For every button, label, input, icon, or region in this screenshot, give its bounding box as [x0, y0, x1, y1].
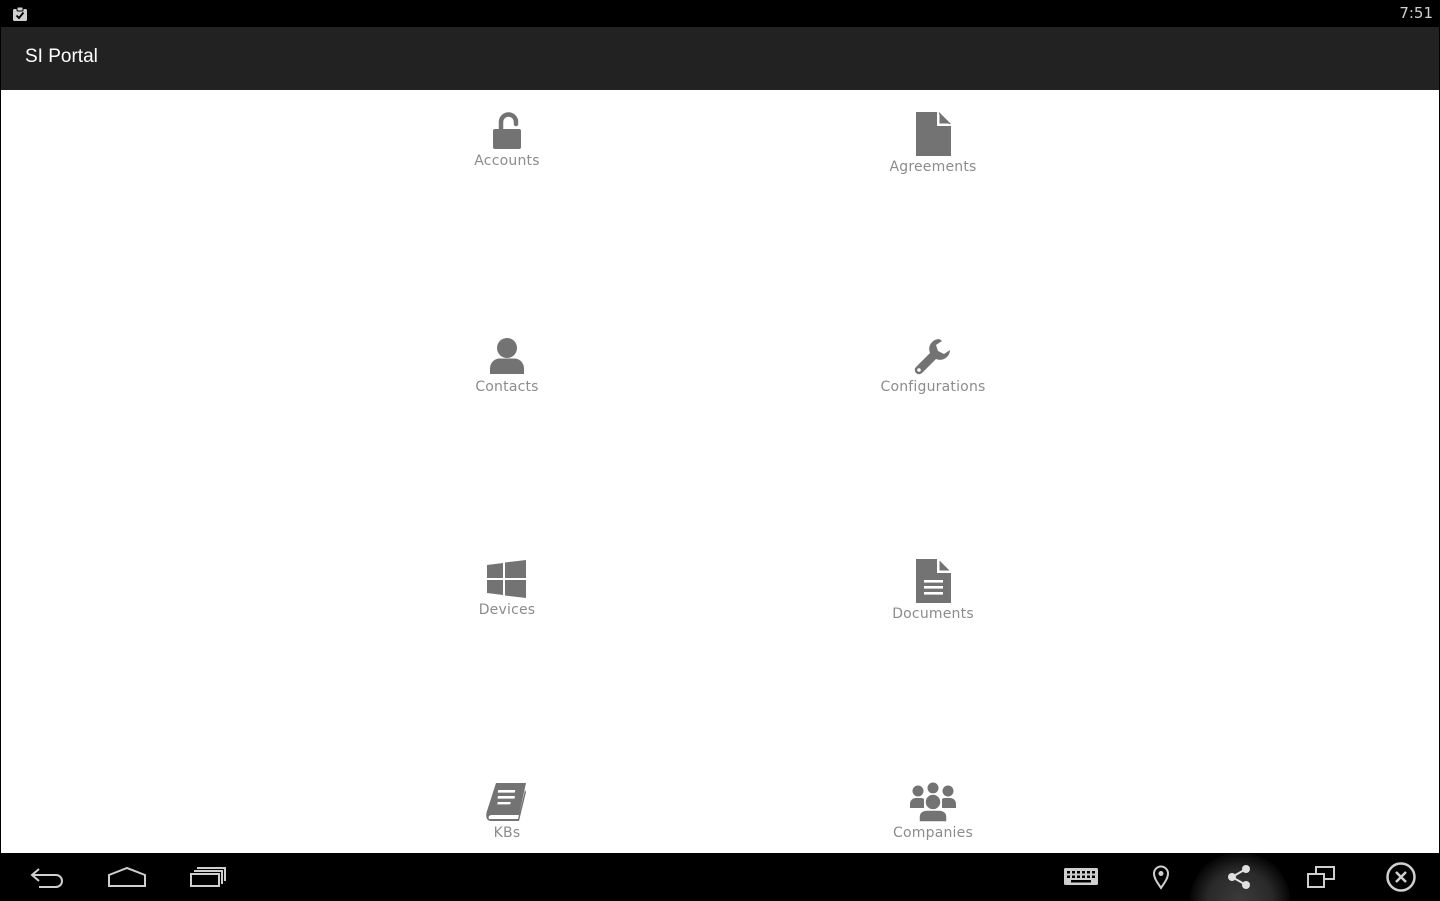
close-circle-icon [1386, 862, 1416, 892]
wrench-icon [914, 339, 950, 375]
tile-accounts[interactable]: Accounts [397, 112, 617, 169]
recent-apps-button[interactable] [178, 859, 238, 895]
screen-rotate-button[interactable] [1291, 859, 1351, 895]
tile-companies[interactable]: Companies [823, 782, 1043, 841]
share-button[interactable] [1209, 859, 1269, 895]
status-bar: 7:51 [0, 0, 1440, 27]
tile-configurations[interactable]: Configurations [823, 336, 1043, 395]
location-button[interactable] [1131, 859, 1191, 895]
tile-agreements[interactable]: Agreements [823, 112, 1043, 175]
app-title: SI Portal [25, 46, 98, 67]
windows-icon [487, 560, 526, 598]
navigation-bar [0, 853, 1440, 901]
share-icon [1228, 865, 1250, 889]
tile-label: Contacts [475, 379, 539, 395]
tile-contacts[interactable]: Contacts [397, 336, 617, 395]
keyboard-icon [1064, 868, 1098, 885]
dashboard-grid: Accounts Agreements Contacts Configurati… [1, 90, 1439, 853]
recent-apps-icon [190, 867, 226, 887]
back-button[interactable] [17, 859, 77, 895]
file-icon [916, 112, 951, 156]
tile-label: Documents [892, 606, 974, 622]
tile-label: Accounts [474, 153, 540, 169]
user-icon [490, 338, 524, 374]
action-bar: SI Portal [1, 27, 1439, 90]
keyboard-button[interactable] [1051, 859, 1111, 895]
tile-devices[interactable]: Devices [397, 559, 617, 618]
close-button[interactable] [1371, 859, 1431, 895]
tile-kbs[interactable]: KBs [397, 782, 617, 841]
tile-label: Devices [478, 602, 536, 618]
book-icon [486, 783, 526, 821]
tile-label: Agreements [889, 159, 977, 175]
back-icon [30, 868, 63, 888]
tile-label: KBs [493, 825, 521, 841]
home-icon [108, 866, 146, 887]
location-pin-icon [1152, 865, 1170, 890]
status-clock: 7:51 [1399, 4, 1433, 22]
document-text-icon [916, 559, 951, 603]
screen-rotate-icon [1307, 866, 1335, 888]
unlock-icon [493, 112, 521, 149]
home-button[interactable] [97, 859, 157, 895]
group-icon [910, 782, 956, 822]
tile-label: Companies [893, 825, 973, 841]
clipboard-check-icon [13, 6, 27, 21]
tile-documents[interactable]: Documents [823, 559, 1043, 622]
tile-label: Configurations [880, 379, 986, 395]
